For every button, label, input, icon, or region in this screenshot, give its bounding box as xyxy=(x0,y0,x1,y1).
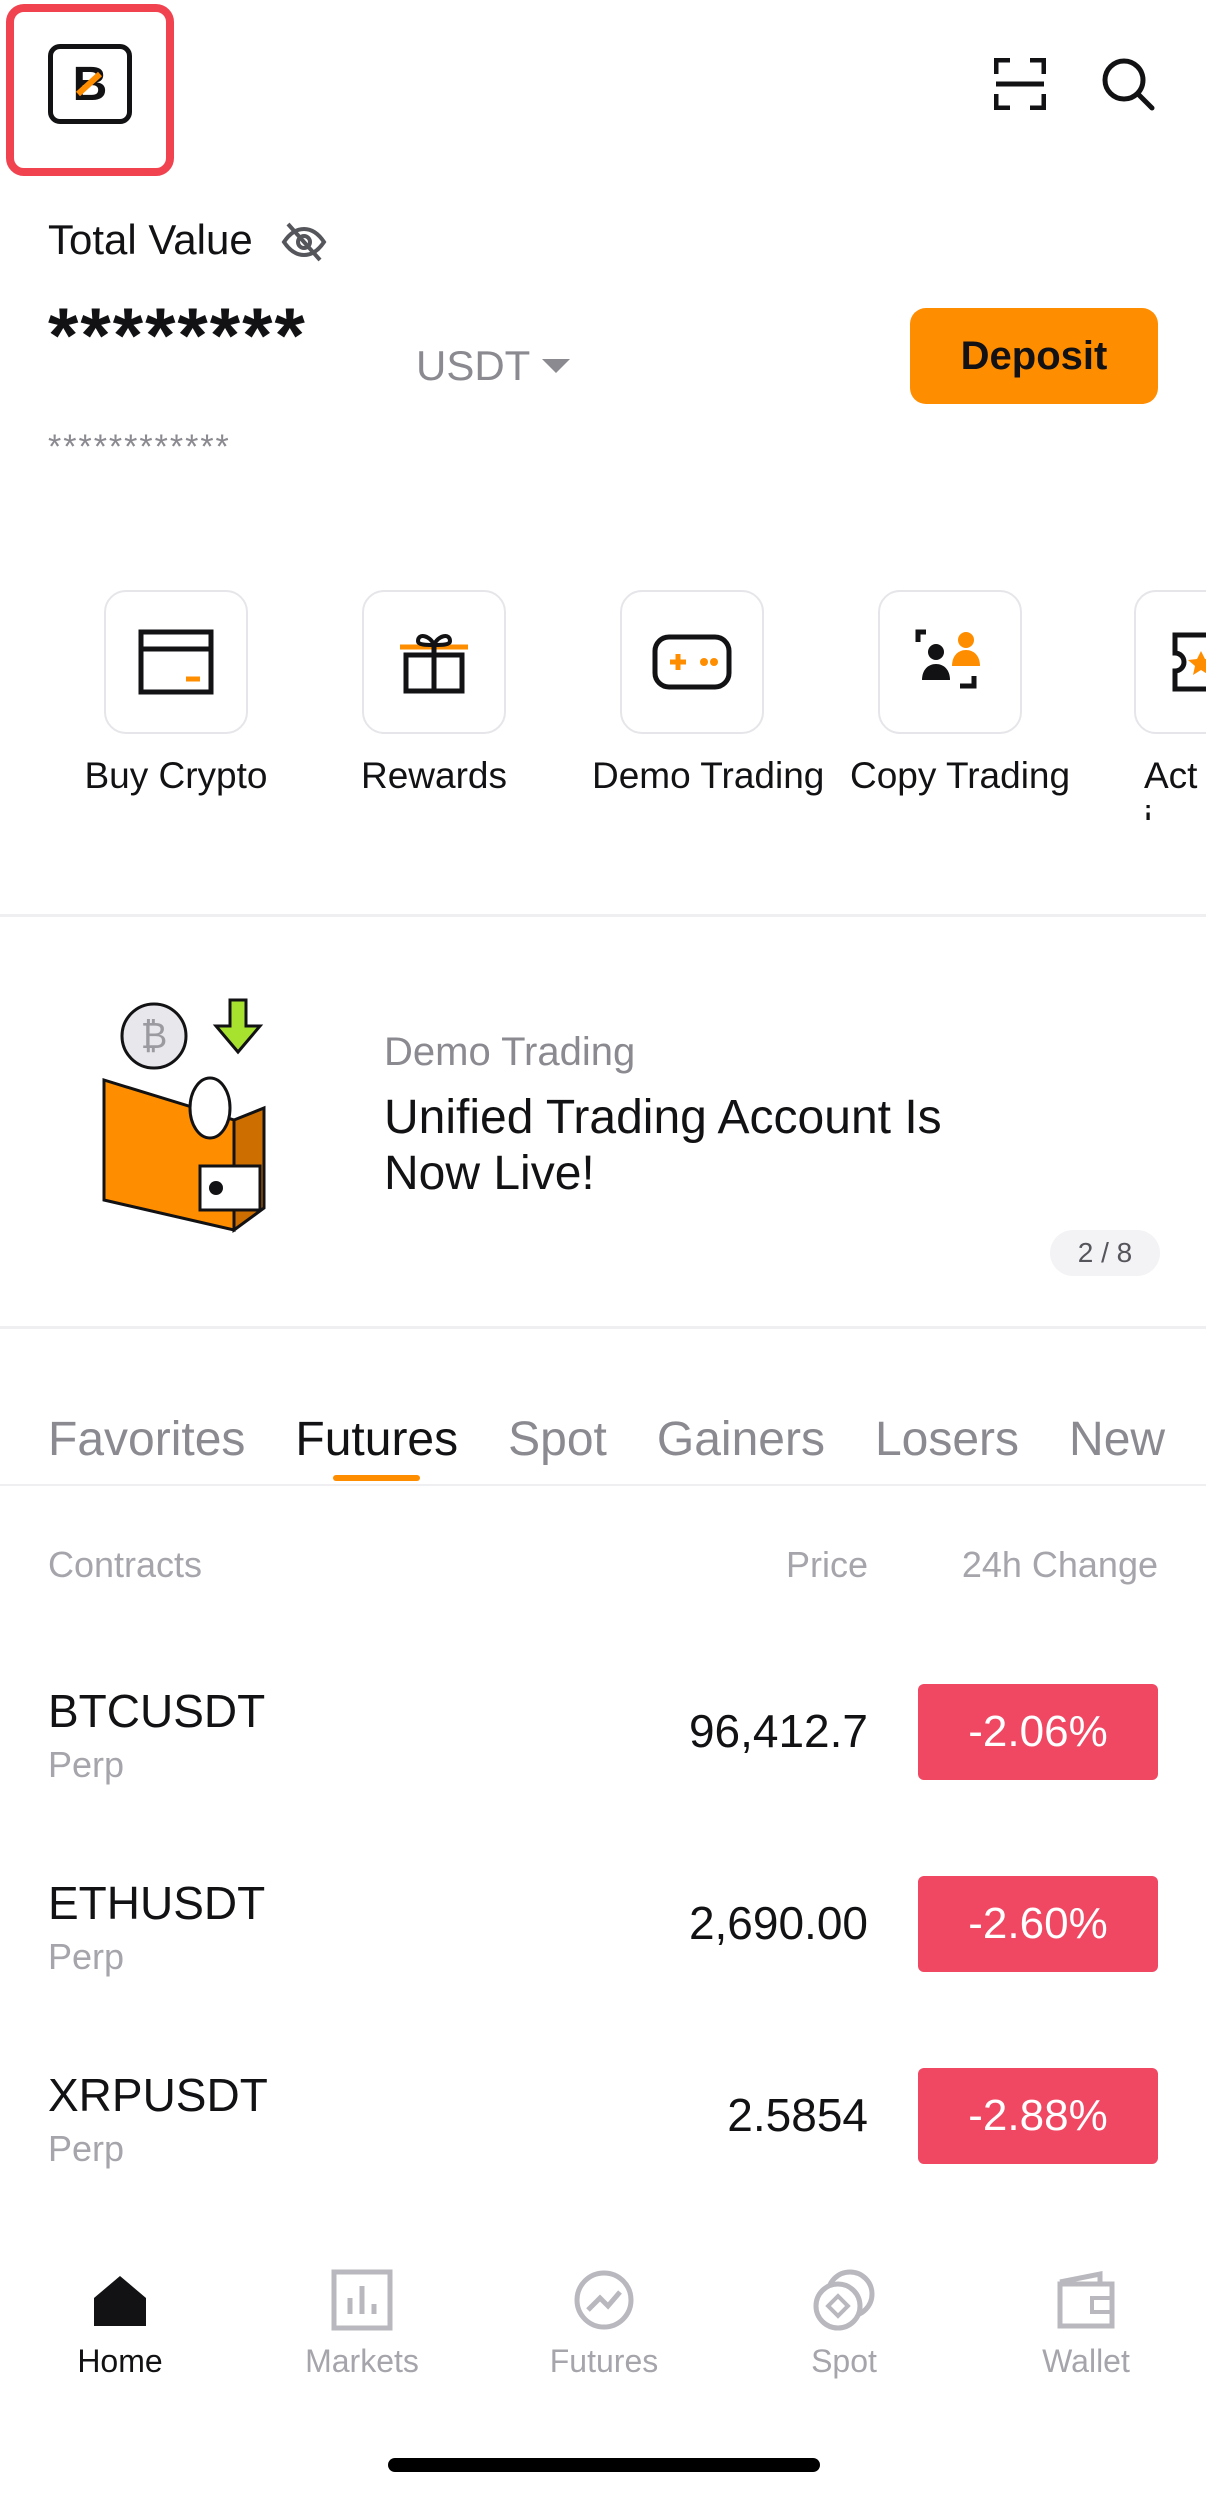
tab-new[interactable]: New xyxy=(1069,1412,1165,1467)
table-row[interactable]: XRPUSDT Perp 2.5854 -2.88% xyxy=(0,2068,1206,2218)
market-tabs: Favorites Futures Spot Gainers Losers Ne… xyxy=(48,1412,1165,1481)
banner-subtitle: Demo Trading xyxy=(384,1030,636,1074)
quick-action-demo-trading[interactable]: Demo Trading xyxy=(592,590,825,798)
banner-pager: 2 / 8 xyxy=(1050,1230,1160,1276)
total-value-label: Total Value xyxy=(48,216,253,263)
contract-type: Perp xyxy=(48,1744,125,1785)
currency-label: USDT xyxy=(416,342,531,389)
section-divider xyxy=(0,1326,1206,1329)
people-icon xyxy=(878,590,1022,734)
tab-futures[interactable]: Futures xyxy=(295,1412,458,1481)
nav-label: Markets xyxy=(305,2343,419,2379)
contract-type: Perp xyxy=(48,1936,125,1977)
column-header-price: Price xyxy=(785,1544,868,1585)
masked-balance: ******** xyxy=(48,291,307,379)
deposit-button[interactable]: Deposit xyxy=(910,308,1158,404)
gift-icon xyxy=(362,590,506,734)
quick-action-label: Acti Cer xyxy=(1144,755,1198,820)
contract-price: 96,412.7 xyxy=(688,1705,868,1757)
app-logo[interactable]: B xyxy=(48,44,132,124)
nav-label: Futures xyxy=(549,2343,659,2379)
contract-symbol: ETHUSDT xyxy=(48,1877,266,1929)
currency-selector[interactable]: USDT xyxy=(416,342,571,390)
nav-label: Home xyxy=(77,2343,163,2379)
quick-action-activity-center[interactable]: Acti Cer xyxy=(1134,590,1206,820)
nav-wallet[interactable]: Wallet xyxy=(986,2268,1186,2380)
quick-action-label: Rewards xyxy=(361,755,507,796)
table-row[interactable]: ETHUSDT Perp 2,690.00 -2.60% xyxy=(0,1876,1206,2026)
change-badge[interactable]: -2.06% xyxy=(918,1684,1158,1780)
nav-label: Spot xyxy=(811,2343,877,2379)
contract-price: 2.5854 xyxy=(727,2089,868,2141)
change-badge[interactable]: -2.88% xyxy=(918,2068,1158,2164)
eye-hidden-icon[interactable] xyxy=(280,218,328,266)
quick-action-label: Copy Trading xyxy=(850,755,1071,796)
table-row[interactable]: BTCUSDT Perp 96,412.7 -2.06% xyxy=(0,1684,1206,1834)
svg-text:₿: ₿ xyxy=(141,1016,168,1057)
quick-action-buy-crypto[interactable]: Buy Crypto xyxy=(76,590,276,798)
bar-chart-icon xyxy=(331,2269,393,2331)
quick-action-label: Buy Crypto xyxy=(84,755,268,796)
card-icon xyxy=(104,590,248,734)
wallet-bitcoin-illustration-icon: ₿ xyxy=(102,998,266,1233)
tab-losers[interactable]: Losers xyxy=(875,1412,1019,1467)
tab-gainers[interactable]: Gainers xyxy=(657,1412,825,1467)
banner-title: Unified Trading Account Is Now Live! xyxy=(384,1091,942,1200)
contract-symbol: XRPUSDT xyxy=(48,2069,268,2121)
section-divider xyxy=(0,914,1206,917)
masked-sub-balance: ************ xyxy=(48,428,231,466)
quick-action-rewards[interactable]: Rewards xyxy=(334,590,534,798)
contract-symbol: BTCUSDT xyxy=(48,1685,266,1737)
change-badge[interactable]: -2.60% xyxy=(918,1876,1158,1972)
tabs-divider xyxy=(0,1484,1206,1486)
wallet-icon xyxy=(1057,2270,1115,2329)
home-indicator xyxy=(388,2458,820,2472)
nav-futures[interactable]: Futures xyxy=(504,2268,704,2380)
search-icon[interactable] xyxy=(1100,56,1156,112)
contract-type: Perp xyxy=(48,2128,125,2169)
home-icon xyxy=(94,2276,146,2326)
nav-label: Wallet xyxy=(1042,2343,1130,2379)
quick-action-label: Demo Trading xyxy=(592,755,825,796)
tab-favorites[interactable]: Favorites xyxy=(48,1412,245,1467)
nav-home[interactable]: Home xyxy=(20,2268,220,2380)
logo-b-icon: B xyxy=(73,58,108,111)
contract-price: 2,690.00 xyxy=(688,1897,868,1949)
chevron-down-icon xyxy=(542,359,571,373)
quick-action-copy-trading[interactable]: Copy Trading xyxy=(850,590,1071,798)
ticket-icon xyxy=(1134,590,1206,734)
futures-icon xyxy=(574,2270,634,2330)
column-header-contracts: Contracts xyxy=(48,1544,203,1585)
gamepad-icon xyxy=(620,590,764,734)
nav-markets[interactable]: Markets xyxy=(262,2268,462,2380)
coins-icon xyxy=(813,2269,875,2331)
tab-spot[interactable]: Spot xyxy=(508,1412,607,1467)
scan-icon[interactable] xyxy=(994,58,1046,110)
nav-spot[interactable]: Spot xyxy=(744,2268,944,2380)
column-header-change: 24h Change xyxy=(961,1544,1158,1585)
